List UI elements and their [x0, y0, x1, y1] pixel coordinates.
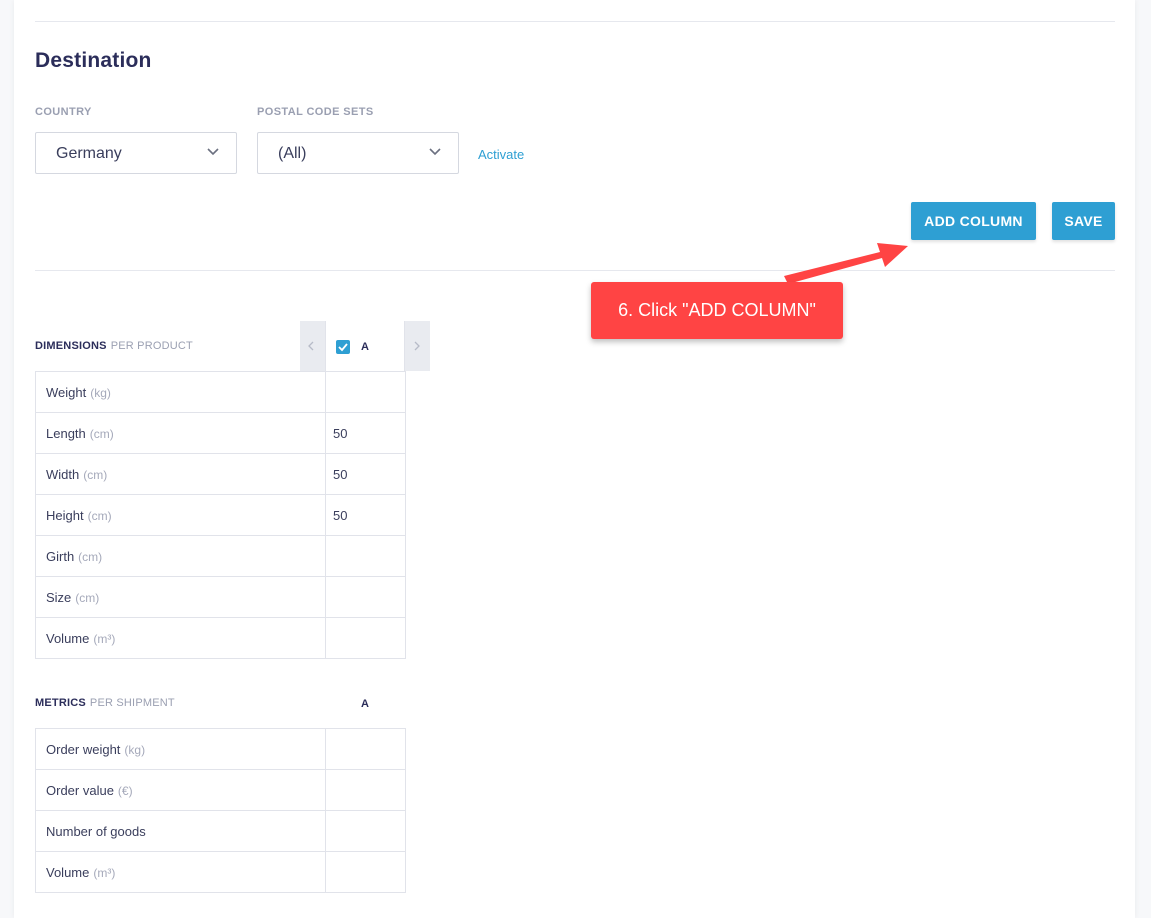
column-letter: A	[361, 341, 369, 353]
section-title: Destination	[35, 49, 152, 72]
metrics-subtitle: PER SHIPMENT	[89, 697, 175, 709]
add-column-button[interactable]: ADD COLUMN	[911, 202, 1036, 240]
table-row: Volume (m³)	[35, 851, 406, 893]
activate-link[interactable]: Activate	[478, 147, 524, 162]
table-row: Girth (cm)	[35, 535, 406, 577]
annotation-text: 6. Click "ADD COLUMN"	[618, 300, 816, 320]
row-unit: (cm)	[83, 467, 108, 482]
column-checkbox[interactable]	[336, 340, 350, 354]
value-cell[interactable]: 50	[325, 412, 406, 454]
row-label: Order weight	[46, 741, 121, 757]
table-row: Size (cm)	[35, 576, 406, 618]
row-unit: (m³)	[93, 865, 116, 880]
value-cell[interactable]	[325, 371, 406, 413]
country-select-value: Germany	[56, 145, 122, 162]
row-unit: (cm)	[87, 508, 112, 523]
chevron-left-icon[interactable]	[306, 339, 316, 353]
row-label: Volume	[46, 630, 90, 646]
table-row: Length (cm) 50	[35, 412, 406, 454]
row-label: Number of goods	[46, 823, 146, 839]
postal-code-sets-value: (All)	[278, 145, 307, 162]
row-unit: (cm)	[75, 590, 100, 605]
middle-divider	[35, 270, 1115, 271]
table-row: Order weight (kg)	[35, 728, 406, 770]
postal-code-sets-select[interactable]: (All)	[257, 132, 459, 174]
table-row: Order value (€)	[35, 769, 406, 811]
dimensions-subtitle: PER PRODUCT	[110, 340, 193, 352]
table-row: Volume (m³)	[35, 617, 406, 659]
table-row: Weight (kg)	[35, 371, 406, 413]
row-unit: (€)	[117, 783, 133, 798]
country-label: COUNTRY	[35, 106, 92, 118]
value-cell[interactable]	[325, 617, 406, 659]
chevron-right-icon[interactable]	[412, 339, 422, 353]
metrics-table: Order weight (kg) Order value (€) Number o…	[35, 728, 406, 893]
row-unit: (kg)	[124, 742, 146, 757]
row-unit: (kg)	[90, 385, 111, 400]
value-cell[interactable]	[325, 728, 406, 770]
row-unit: (cm)	[78, 549, 103, 564]
row-label: Order value	[46, 782, 114, 798]
top-divider	[35, 21, 1115, 22]
chevron-down-icon	[207, 148, 219, 156]
row-label: Width	[46, 466, 80, 482]
row-label: Weight	[46, 384, 87, 400]
row-label: Length	[46, 425, 86, 441]
row-label: Height	[46, 507, 84, 523]
table-row: Height (cm) 50	[35, 494, 406, 536]
postal-code-sets-label: POSTAL CODE SETS	[257, 106, 374, 118]
row-label: Size	[46, 589, 72, 605]
save-button[interactable]: SAVE	[1052, 202, 1115, 240]
row-unit: (cm)	[89, 426, 114, 441]
metrics-title: METRICS	[35, 697, 86, 709]
dimensions-group-label: DIMENSIONS PER PRODUCT	[35, 340, 193, 352]
table-row: Number of goods	[35, 810, 406, 852]
row-label: Girth	[46, 548, 75, 564]
value-cell[interactable]	[325, 810, 406, 852]
column-header-a: A	[325, 321, 405, 372]
dimensions-title: DIMENSIONS	[35, 340, 107, 352]
metrics-column-letter: A	[361, 698, 369, 710]
row-unit: (m³)	[93, 631, 116, 646]
value-cell[interactable]	[325, 576, 406, 618]
metrics-group-label: METRICS PER SHIPMENT	[35, 697, 175, 709]
value-cell[interactable]	[325, 535, 406, 577]
annotation-callout: 6. Click "ADD COLUMN"	[591, 282, 843, 339]
dimensions-table: Weight (kg) Length (cm) 50 Width (cm) 50 He…	[35, 371, 406, 659]
row-label: Volume	[46, 864, 90, 880]
value-cell[interactable]: 50	[325, 453, 406, 495]
chevron-down-icon	[429, 148, 441, 156]
country-select[interactable]: Germany	[35, 132, 237, 174]
value-cell[interactable]	[325, 769, 406, 811]
value-cell[interactable]: 50	[325, 494, 406, 536]
table-row: Width (cm) 50	[35, 453, 406, 495]
check-icon	[338, 343, 348, 352]
value-cell[interactable]	[325, 851, 406, 893]
